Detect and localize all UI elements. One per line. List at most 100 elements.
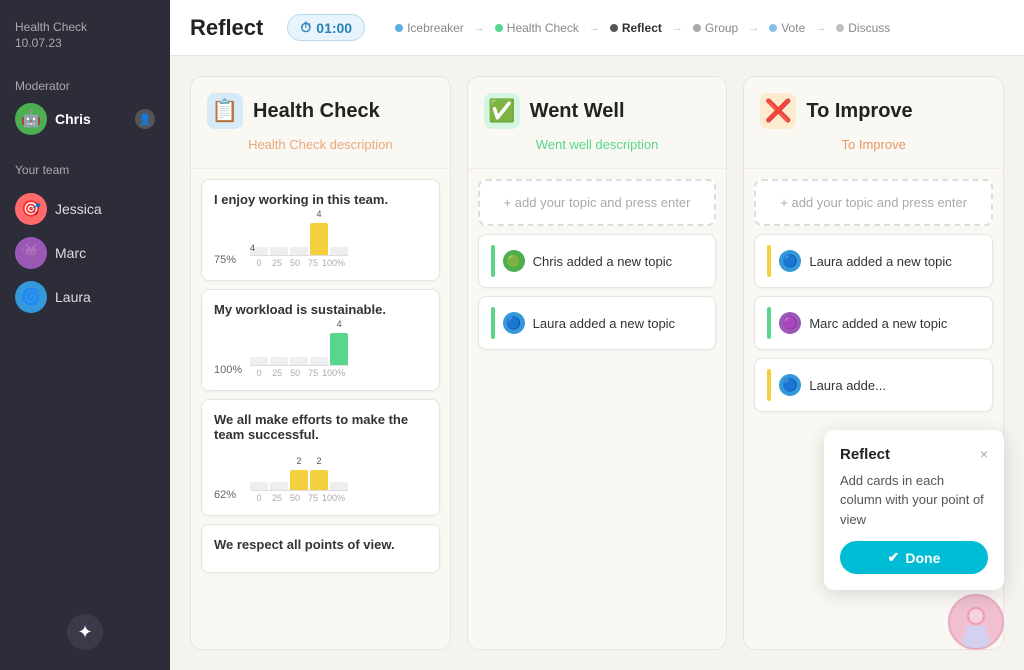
add-topic-went-well[interactable]: + add your topic and press enter: [478, 179, 717, 226]
pipe-dot-discuss: [836, 24, 844, 32]
topic-text-marc-ti: Marc added a new topic: [809, 316, 947, 331]
pipe-dot-vote: [769, 24, 777, 32]
topic-card-laura-ww[interactable]: 🔵 Laura added a new topic: [478, 296, 717, 350]
pipe-arrow-4: →: [748, 22, 759, 34]
member-name-jessica: Jessica: [55, 201, 102, 217]
project-title-text: Health Check: [15, 20, 155, 36]
tooltip-popup: Reflect × Add cards in each column with …: [824, 430, 1004, 591]
done-label: Done: [905, 550, 940, 566]
hbar-container-2: 100% 4: [214, 325, 427, 378]
pipe-dot-healthcheck: [495, 24, 503, 32]
avatar-chris: 🤖: [15, 103, 47, 135]
topic-bar-laura-ti: [767, 245, 771, 277]
project-date: 10.07.23: [15, 36, 155, 52]
topic-avatar-laura2-ti: 🔵: [779, 374, 801, 396]
hbar-chart-3: 2 2: [250, 450, 348, 490]
done-checkmark-icon: ✔: [888, 549, 900, 566]
moderator-name: Chris: [55, 111, 91, 127]
health-card-1[interactable]: I enjoy working in this team. 75% 4: [201, 179, 440, 281]
pipe-step-discuss[interactable]: Discuss: [830, 19, 896, 37]
team-member-marc[interactable]: 👾 Marc: [15, 231, 155, 275]
topic-avatar-laura-ww: 🔵: [503, 312, 525, 334]
timer-value: 01:00: [316, 20, 352, 36]
hbar-percent-2: 100%: [214, 364, 242, 376]
tooltip-header: Reflect ×: [840, 446, 988, 463]
bot-icon[interactable]: ✦: [67, 614, 103, 650]
hbar-percent-1: 75%: [214, 254, 242, 266]
column-body-health-check: I enjoy working in this team. 75% 4: [191, 169, 450, 649]
health-card-title-2: My workload is sustainable.: [214, 302, 427, 317]
content-area: 📋 Health Check Health Check description …: [170, 56, 1024, 670]
pipe-step-reflect[interactable]: Reflect: [604, 19, 668, 37]
hbar-chart-2: 4: [250, 325, 348, 365]
member-name-marc: Marc: [55, 245, 86, 261]
topic-text-laura-ti: Laura added a new topic: [809, 254, 951, 269]
team-section: Your team 🎯 Jessica 👾 Marc 🌀 Laura: [15, 159, 155, 319]
pipeline: Icebreaker → Health Check → Reflect → Gr…: [389, 19, 896, 37]
sidebar-bottom: ✦: [15, 614, 155, 650]
column-header-to-improve: ❌ To Improve To Improve: [744, 77, 1003, 169]
col-desc-health-check: Health Check description: [207, 133, 434, 160]
moderator-label: Moderator: [15, 79, 155, 93]
bottom-user-avatar[interactable]: [948, 594, 1004, 650]
tooltip-done-button[interactable]: ✔ Done: [840, 541, 988, 574]
pipe-arrow-3: →: [672, 22, 683, 34]
topic-card-laura2-ti[interactable]: 🔵 Laura adde...: [754, 358, 993, 412]
pipe-label-reflect: Reflect: [622, 21, 662, 35]
topic-text-laura-ww: Laura added a new topic: [533, 316, 675, 331]
health-card-title-3: We all make efforts to make the team suc…: [214, 412, 427, 442]
topic-card-marc-ti[interactable]: 🟣 Marc added a new topic: [754, 296, 993, 350]
col-icon-to-improve: ❌: [760, 93, 796, 129]
avatar-laura: 🌀: [15, 281, 47, 313]
hbar-axis-2: 0255075100%: [250, 365, 348, 378]
main-content: Reflect ⏱ 01:00 Icebreaker → Health Chec…: [170, 0, 1024, 670]
pipe-step-icebreaker[interactable]: Icebreaker: [389, 19, 470, 37]
team-label: Your team: [15, 163, 155, 177]
topic-bar-chris: [491, 245, 495, 277]
pipe-step-group[interactable]: Group: [687, 19, 744, 37]
pipe-step-vote[interactable]: Vote: [763, 19, 811, 37]
topic-bar-marc-ti: [767, 307, 771, 339]
health-card-2[interactable]: My workload is sustainable. 100%: [201, 289, 440, 391]
pipe-arrow-2: →: [589, 22, 600, 34]
pipe-dot-group: [693, 24, 701, 32]
hbar-chart-1: 4 4: [250, 215, 348, 255]
column-header-top: 📋 Health Check: [207, 93, 434, 129]
user-avatar-svg: [950, 596, 1002, 648]
pipe-arrow-5: →: [815, 22, 826, 34]
topbar: Reflect ⏱ 01:00 Icebreaker → Health Chec…: [170, 0, 1024, 56]
topic-card-laura-ti[interactable]: 🔵 Laura added a new topic: [754, 234, 993, 288]
topic-text-chris: Chris added a new topic: [533, 254, 672, 269]
topic-avatar-laura-ti: 🔵: [779, 250, 801, 272]
member-name-laura: Laura: [55, 289, 91, 305]
topic-card-chris[interactable]: 🟢 Chris added a new topic: [478, 234, 717, 288]
column-body-went-well: + add your topic and press enter 🟢 Chris…: [468, 169, 727, 649]
add-topic-to-improve[interactable]: + add your topic and press enter: [754, 179, 993, 226]
hbar-percent-3: 62%: [214, 489, 242, 501]
column-header-went-well: ✅ Went Well Went well description: [468, 77, 727, 169]
topic-bar-laura-ww: [491, 307, 495, 339]
pipe-step-healthcheck[interactable]: Health Check: [489, 19, 585, 37]
pipe-label-healthcheck: Health Check: [507, 21, 579, 35]
pipe-label-group: Group: [705, 21, 738, 35]
hbar-container-1: 75% 4 4: [214, 215, 427, 268]
col-title-went-well: Went Well: [530, 100, 625, 123]
col-desc-went-well: Went well description: [484, 133, 711, 160]
hbar-axis-1: 0255075100%: [250, 255, 348, 268]
col-title-to-improve: To Improve: [806, 100, 912, 123]
timer-badge[interactable]: ⏱ 01:00: [287, 14, 365, 41]
pipe-dot-reflect: [610, 24, 618, 32]
health-card-title-4: We respect all points of view.: [214, 537, 427, 552]
tooltip-body: Add cards in each column with your point…: [840, 471, 988, 530]
avatar-marc: 👾: [15, 237, 47, 269]
health-card-4[interactable]: We respect all points of view.: [201, 524, 440, 573]
team-member-laura[interactable]: 🌀 Laura: [15, 275, 155, 319]
hbar-axis-3: 0255075100%: [250, 490, 348, 503]
tooltip-close-button[interactable]: ×: [980, 446, 988, 462]
health-card-title-1: I enjoy working in this team.: [214, 192, 427, 207]
moderator-settings-icon[interactable]: 👤: [135, 109, 155, 129]
column-health-check: 📋 Health Check Health Check description …: [190, 76, 451, 650]
team-member-jessica[interactable]: 🎯 Jessica: [15, 187, 155, 231]
column-header-top-3: ❌ To Improve: [760, 93, 987, 129]
health-card-3[interactable]: We all make efforts to make the team suc…: [201, 399, 440, 516]
